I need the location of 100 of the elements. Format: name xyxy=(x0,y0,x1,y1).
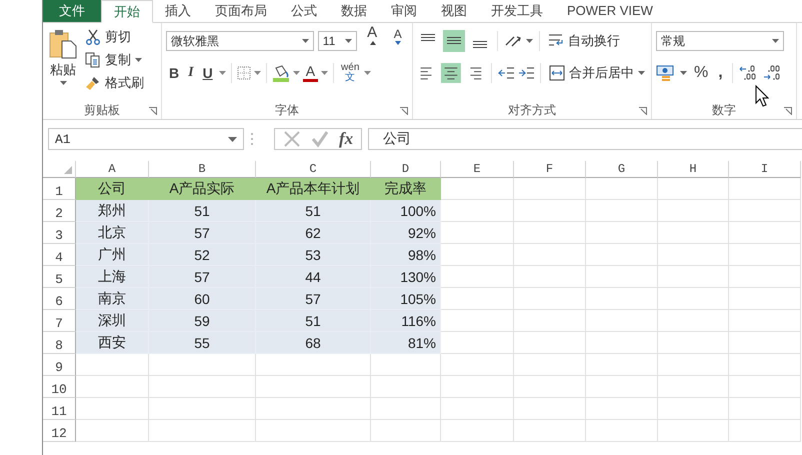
row-header[interactable]: 12 xyxy=(43,420,76,442)
increase-indent-icon[interactable] xyxy=(518,66,534,80)
empty-cell xyxy=(514,200,586,222)
paste-button[interactable]: 粘贴 xyxy=(47,27,79,101)
empty-cell xyxy=(586,332,658,354)
up-triangle-icon xyxy=(370,41,376,45)
column-header[interactable]: E xyxy=(441,161,514,178)
caret-icon xyxy=(344,39,352,43)
group-label: 字体 xyxy=(275,102,299,118)
font-color-button[interactable]: A xyxy=(302,64,318,82)
paint-bucket-icon[interactable] xyxy=(272,64,290,82)
empty-cell xyxy=(371,398,441,420)
merge-center-button[interactable]: 合并后居中 xyxy=(547,63,648,83)
border-icon[interactable] xyxy=(236,66,251,80)
number-format-dropdown[interactable]: 常规 xyxy=(656,31,784,51)
paintbrush-icon xyxy=(85,75,101,91)
empty-cell xyxy=(729,398,801,420)
ribbon-tab[interactable]: 视图 xyxy=(429,0,479,22)
table-cell: 52 xyxy=(149,244,256,266)
empty-cell xyxy=(514,398,586,420)
checkmark-icon[interactable] xyxy=(311,130,329,148)
font-name-dropdown[interactable]: 微软雅黑 xyxy=(166,31,314,51)
table-cell: 郑州 xyxy=(76,200,149,222)
dialog-launcher-icon[interactable] xyxy=(639,107,647,115)
ribbon-tab[interactable]: 页面布局 xyxy=(203,0,279,22)
table-cell: 上海 xyxy=(76,266,149,288)
cut-button[interactable]: 剪切 xyxy=(83,27,146,47)
table-cell: 92% xyxy=(371,222,441,244)
caret-icon xyxy=(772,39,779,43)
group-label: 对齐方式 xyxy=(508,102,556,118)
font-size-dropdown[interactable]: 11 xyxy=(318,31,357,51)
caret-icon xyxy=(526,39,533,43)
ribbon-tab[interactable]: 开始 xyxy=(101,0,153,23)
currency-icon[interactable] xyxy=(656,64,676,82)
empty-cell xyxy=(586,178,658,200)
dialog-launcher-icon[interactable] xyxy=(149,107,157,115)
caret-icon xyxy=(60,81,66,85)
empty-cell xyxy=(586,376,658,398)
row-header[interactable]: 9 xyxy=(43,354,76,376)
clipboard-icon xyxy=(49,29,77,59)
caret-icon xyxy=(292,71,300,75)
empty-cell xyxy=(729,222,801,244)
empty-cell xyxy=(658,222,729,244)
row-header[interactable]: 11 xyxy=(43,398,76,420)
table-cell: 51 xyxy=(149,200,256,222)
down-triangle-icon xyxy=(395,41,402,45)
grip-icon xyxy=(250,132,254,146)
format-painter-button[interactable]: 格式刷 xyxy=(83,73,146,93)
ribbon-tab[interactable]: 公式 xyxy=(279,0,329,22)
table-cell: 57 xyxy=(149,266,256,288)
empty-cell xyxy=(729,420,801,442)
vertical-align-icon[interactable] xyxy=(443,30,465,52)
percent-button[interactable]: % xyxy=(691,64,712,82)
bold-button[interactable]: B xyxy=(166,65,182,81)
horizontal-align-icon[interactable] xyxy=(440,62,461,84)
ribbon-tab[interactable]: 开发工具 xyxy=(479,0,555,22)
empty-cell xyxy=(729,244,801,266)
ribbon-tab[interactable]: 文件 xyxy=(43,0,101,22)
empty-cell xyxy=(658,398,729,420)
wrap-text-button[interactable]: 自动换行 xyxy=(546,31,622,51)
table-cell: 130% xyxy=(371,266,441,288)
ribbon-tab[interactable]: POWER VIEW xyxy=(555,0,665,22)
caret-icon xyxy=(364,71,372,75)
table-cell: 53 xyxy=(256,244,371,266)
caret-icon xyxy=(638,71,646,75)
group-label: 剪贴板 xyxy=(84,102,120,118)
table-cell: 100% xyxy=(371,200,441,222)
table-cell: 广州 xyxy=(76,244,149,266)
comma-button[interactable]: , xyxy=(715,64,726,82)
phonetic-button[interactable]: wén 文 xyxy=(339,63,362,83)
caret-icon xyxy=(228,136,237,142)
copy-icon xyxy=(85,52,101,68)
empty-cell xyxy=(729,354,801,376)
column-header[interactable]: I xyxy=(729,161,801,178)
row-header[interactable]: 10 xyxy=(43,376,76,398)
table-cell: 68 xyxy=(256,332,371,354)
italic-button[interactable]: I xyxy=(185,65,197,81)
caret-icon xyxy=(321,71,328,75)
table-cell: 57 xyxy=(256,288,371,310)
ribbon-tab[interactable]: 数据 xyxy=(329,0,379,22)
underline-button[interactable]: U xyxy=(200,65,216,81)
merge-cells-icon xyxy=(549,65,566,81)
shrink-font-button[interactable]: A xyxy=(387,27,408,55)
formula-input[interactable]: 公司 xyxy=(368,128,802,150)
table-cell: 81% xyxy=(371,332,441,354)
ribbon-tab[interactable]: 插入 xyxy=(153,0,203,22)
insert-function-button[interactable]: fx xyxy=(339,129,354,149)
empty-cell xyxy=(586,266,658,288)
column-header[interactable]: G xyxy=(586,161,658,178)
dialog-launcher-icon[interactable] xyxy=(400,107,408,115)
ribbon-tab[interactable]: 审阅 xyxy=(379,0,429,22)
table-cell: 完成率 xyxy=(371,178,441,200)
copy-button[interactable]: 复制 xyxy=(83,50,146,70)
column-header[interactable]: H xyxy=(658,161,729,178)
dialog-launcher-icon[interactable] xyxy=(784,107,792,115)
table-cell: 51 xyxy=(256,310,371,332)
column-header[interactable]: F xyxy=(514,161,586,178)
grow-font-button[interactable]: A xyxy=(360,24,384,58)
name-box[interactable]: A1 xyxy=(48,128,244,150)
decrease-indent-icon[interactable] xyxy=(498,66,514,80)
